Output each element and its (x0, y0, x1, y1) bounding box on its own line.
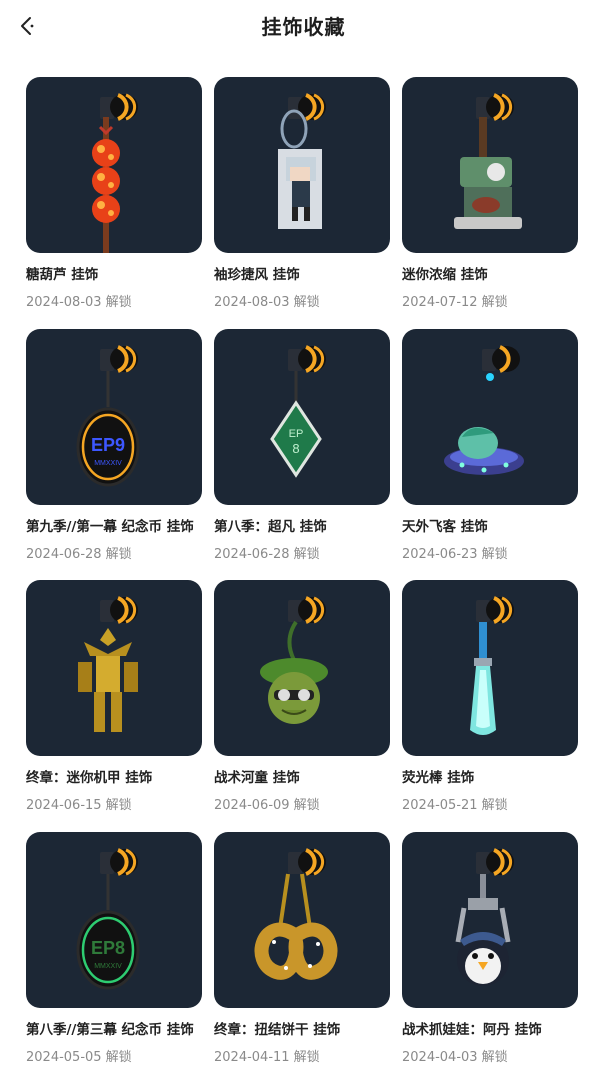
pretzel-charm-icon (214, 832, 390, 1008)
coin-ep9-text: EP9 (91, 435, 125, 455)
candied-haws-charm-icon (26, 77, 202, 253)
unlock-date: 2024-07-12 解锁 (402, 291, 578, 310)
charm-name: 袖珍捷风 挂饰 (214, 263, 390, 283)
charm-card[interactable]: 战术河童 挂饰 2024-06-09 解锁 (214, 580, 390, 832)
charm-name: 第九季//第一幕 纪念币 挂饰 (26, 515, 202, 535)
charm-thumbnail (214, 77, 390, 253)
charm-grid: 糖葫芦 挂饰 2024-08-03 解锁 袖珍捷风 挂饰 2024-08-03 … (26, 77, 578, 1083)
charm-thumbnail: EP8 MMXXIV (26, 832, 202, 1008)
charm-card[interactable]: EP9 MMXXIV 第九季//第一幕 纪念币 挂饰 2024-06-28 解锁 (26, 329, 202, 581)
ep9-coin-charm-icon: EP9 MMXXIV (26, 329, 202, 505)
coin-ep8-text: EP8 (91, 938, 125, 958)
charm-name: 终章：扭结饼干 挂饰 (214, 1018, 390, 1038)
charm-thumbnail (402, 580, 578, 756)
ep8-coin-charm-icon: EP8 MMXXIV (26, 832, 202, 1008)
charm-thumbnail (214, 580, 390, 756)
charm-name: 第八季：超凡 挂饰 (214, 515, 390, 535)
charm-thumbnail (26, 77, 202, 253)
charm-name: 终章：迷你机甲 挂饰 (26, 766, 202, 786)
coin-year-text: MMXXIV (94, 460, 122, 467)
charm-card[interactable]: EP8 MMXXIV 第八季//第三幕 纪念币 挂饰 2024-05-05 解锁 (26, 832, 202, 1083)
unlock-date: 2024-04-11 解锁 (214, 1046, 390, 1065)
charm-name: 战术河童 挂饰 (214, 766, 390, 786)
charm-card[interactable]: 战术抓娃娃：阿丹 挂饰 2024-04-03 解锁 (402, 832, 578, 1083)
charm-thumbnail (402, 832, 578, 1008)
charm-card[interactable]: 荧光棒 挂饰 2024-05-21 解锁 (402, 580, 578, 832)
unlock-date: 2024-08-03 解锁 (26, 291, 202, 310)
charm-card[interactable]: 迷你浓缩 挂饰 2024-07-12 解锁 (402, 77, 578, 329)
charm-name: 战术抓娃娃：阿丹 挂饰 (402, 1018, 578, 1038)
ep8-gem-charm-icon: EP 8 (214, 329, 390, 505)
charm-card[interactable]: 终章：扭结饼干 挂饰 2024-04-11 解锁 (214, 832, 390, 1083)
kappa-charm-icon (214, 580, 390, 756)
charm-thumbnail: EP 8 (214, 329, 390, 505)
charm-card[interactable]: 天外飞客 挂饰 2024-06-23 解锁 (402, 329, 578, 581)
unlock-date: 2024-05-21 解锁 (402, 794, 578, 813)
charm-name: 天外飞客 挂饰 (402, 515, 578, 535)
glowstick-charm-icon (402, 580, 578, 756)
header-bar: 挂饰收藏 (0, 0, 607, 52)
charm-thumbnail (402, 329, 578, 505)
pixel-jett-charm-icon (214, 77, 390, 253)
charm-name: 迷你浓缩 挂饰 (402, 263, 578, 283)
unlock-date: 2024-06-28 解锁 (214, 543, 390, 562)
charm-thumbnail (26, 580, 202, 756)
claw-penguin-charm-icon (402, 832, 578, 1008)
charm-card[interactable]: 糖葫芦 挂饰 2024-08-03 解锁 (26, 77, 202, 329)
charm-name: 荧光棒 挂饰 (402, 766, 578, 786)
unlock-date: 2024-04-03 解锁 (402, 1046, 578, 1065)
mini-espresso-machine-charm-icon (402, 77, 578, 253)
unlock-date: 2024-08-03 解锁 (214, 291, 390, 310)
unlock-date: 2024-05-05 解锁 (26, 1046, 202, 1065)
gem-ep-text: EP (289, 428, 304, 440)
charm-thumbnail: EP9 MMXXIV (26, 329, 202, 505)
page-title: 挂饰收藏 (0, 11, 607, 40)
charm-thumbnail (402, 77, 578, 253)
charm-name: 糖葫芦 挂饰 (26, 263, 202, 283)
gem-8-text: 8 (292, 441, 299, 456)
unlock-date: 2024-06-23 解锁 (402, 543, 578, 562)
charm-thumbnail (214, 832, 390, 1008)
unlock-date: 2024-06-09 解锁 (214, 794, 390, 813)
charm-name: 第八季//第三幕 纪念币 挂饰 (26, 1018, 202, 1038)
charm-card[interactable]: 终章：迷你机甲 挂饰 2024-06-15 解锁 (26, 580, 202, 832)
unlock-date: 2024-06-15 解锁 (26, 794, 202, 813)
ufo-charm-icon (402, 329, 578, 505)
unlock-date: 2024-06-28 解锁 (26, 543, 202, 562)
mini-mech-charm-icon (26, 580, 202, 756)
coin-year-text: MMXXIV (94, 963, 122, 970)
charm-card[interactable]: EP 8 第八季：超凡 挂饰 2024-06-28 解锁 (214, 329, 390, 581)
charm-card[interactable]: 袖珍捷风 挂饰 2024-08-03 解锁 (214, 77, 390, 329)
